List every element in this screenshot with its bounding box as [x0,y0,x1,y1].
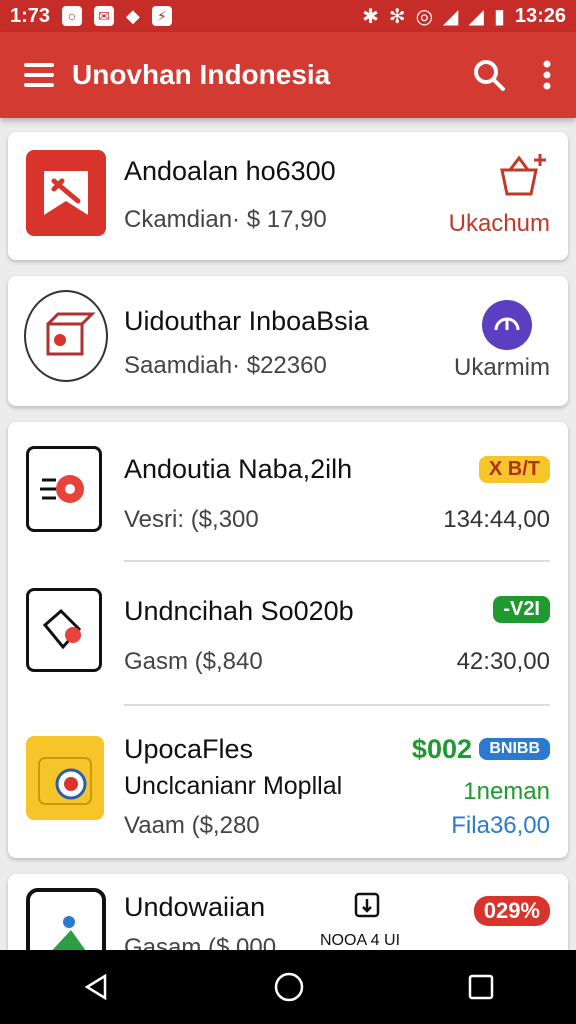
item-title: Andoalan ho6300 [124,156,336,186]
item-title: Undncihah So020b [124,596,354,626]
wifi-icon: ◆ [126,5,140,26]
item-value: Fila36,00 [451,812,550,839]
status-badge: BNIBB [479,738,550,760]
vibrate-icon: ✻ [388,5,406,28]
status-badge: -V2I [493,596,550,623]
speed-icon[interactable] [482,300,532,350]
list-card-1[interactable]: Andoalan ho6300 Ckamdian· $ 17,90 Ukachu… [8,132,568,260]
target-app-icon [26,446,102,532]
item-status: 1neman [463,778,550,805]
item-value: 134:44,00 [443,506,550,533]
bookmark-app-icon [26,150,106,236]
list-card-3: Andoutia Naba,2ilh Vesri: ($,300 X B/T 1… [8,422,568,858]
item-subtitle: Vaam ($,280 [124,812,260,839]
item-title: Andoutia Naba,2ilh [124,454,353,484]
app-title: Unovhan Indonesia [72,59,331,90]
battery-icon: ▮ [493,5,505,28]
item-action-label: Ukarmim [454,354,550,381]
alarm-icon: ◎ [415,5,434,28]
status-time-left: 1:73 [10,4,51,27]
item-subtitle: Gasm ($,840 [124,648,263,675]
recents-icon[interactable] [467,973,495,1001]
item-value: 42:30,00 [456,648,550,675]
signal-icon: ◢ [443,5,459,28]
list-card-2[interactable]: Uidouthar InboaBsia Saamdiah· $22360 Uka… [8,276,568,406]
basket-icon[interactable] [496,152,546,198]
item-title: Undowaiian [124,892,266,922]
discount-badge: 029% [473,896,550,926]
menu-icon[interactable] [24,58,58,92]
package-app-icon [24,290,108,382]
more-options-icon[interactable] [542,60,552,90]
item-subtitle: Saamdiah· $22360 [124,352,327,379]
app-bar: Unovhan Indonesia [0,32,576,118]
signal2-icon: ◢ [468,5,484,28]
list-item[interactable]: Andoutia Naba,2ilh Vesri: ($,300 X B/T 1… [8,422,568,562]
item-price: $002 [411,734,472,764]
list-item[interactable]: Undncihah So020b Gasm ($,840 -V2I 42:30,… [8,562,568,706]
navigation-bar [0,950,576,1024]
bluetooth-icon: ✱ [362,5,379,28]
item-subtitle: Ckamdian· $ 17,90 [124,206,327,233]
back-icon[interactable] [81,972,111,1002]
item-title: Uidouthar InboaBsia [124,306,369,336]
status-bar: 1:73 ○ ✉ ◆ ⚡ ✱ ✻ ◎ ◢ ◢ ▮ 13:26 [0,0,576,32]
document-icon[interactable] [352,890,382,920]
flash-icon: ⚡ [151,6,172,26]
search-icon[interactable] [472,58,506,92]
notification-icon: ○ [62,6,83,26]
home-icon[interactable] [273,971,305,1003]
item-subtitle: Vesri: ($,300 [124,506,259,533]
list-item[interactable]: UpocaFles Unclcanianr Mopllal Vaam ($,28… [8,706,568,858]
tag-app-icon [26,588,102,672]
status-badge: X B/T [478,456,550,483]
item-mid-label: NOOA 4 UI [320,932,401,949]
mail-icon: ✉ [94,6,115,26]
item-line2: Unclcanianr Mopllal [124,772,343,800]
item-title: UpocaFles [124,734,254,764]
item-action-label: Ukachum [448,210,550,237]
shopping-bag-app-icon [26,736,104,820]
status-time-right: 13:26 [514,4,566,27]
